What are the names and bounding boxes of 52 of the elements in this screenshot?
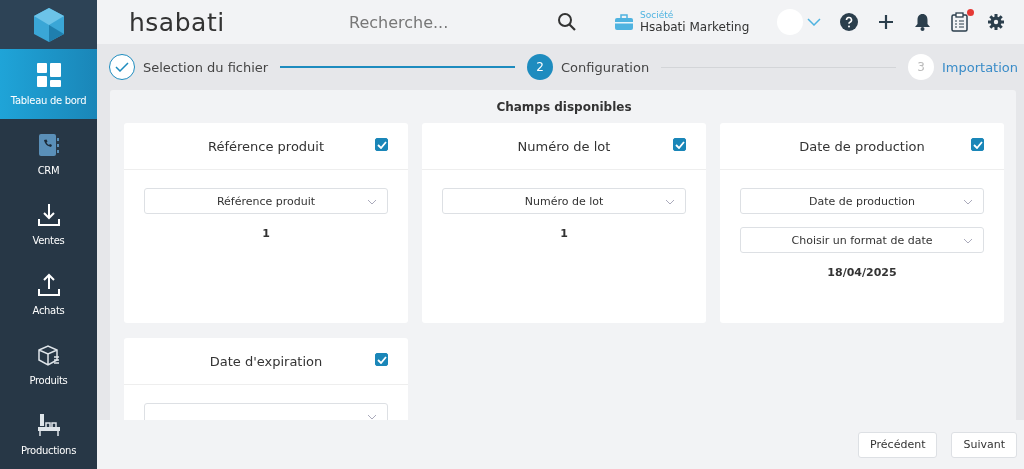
panel-title: Champs disponibles xyxy=(495,100,633,114)
chevron-down-icon[interactable] xyxy=(367,199,377,205)
sidebar-item[interactable]: Productions xyxy=(0,399,97,469)
dropdown[interactable]: Choisir un format de date xyxy=(740,227,984,253)
preview-value: 1 xyxy=(261,227,271,240)
card-title: Date d'expiration xyxy=(209,353,323,369)
brand-logo[interactable]: hsabati xyxy=(129,7,347,37)
logo-icon xyxy=(31,6,66,43)
sidebar-item[interactable]: Produits xyxy=(0,329,97,399)
briefcase-icon xyxy=(615,14,633,30)
chevron-down-icon[interactable] xyxy=(367,414,377,420)
check-icon xyxy=(115,62,129,72)
checkbox[interactable] xyxy=(375,353,388,366)
sidebar-item[interactable]: Ventes xyxy=(0,189,97,259)
clipboard-icon[interactable] xyxy=(951,12,968,32)
previous-button[interactable]: Précédent xyxy=(858,431,938,458)
step-circle: 3 xyxy=(908,54,934,80)
help-icon[interactable] xyxy=(840,13,858,31)
download-icon xyxy=(36,202,61,227)
chevron-down-icon[interactable] xyxy=(807,18,821,26)
chevron-down-icon[interactable] xyxy=(665,199,675,205)
sidebar-item[interactable]: Achats xyxy=(0,259,97,329)
dropdown[interactable]: Référence produit xyxy=(144,188,388,214)
settings-icon[interactable] xyxy=(988,14,1004,30)
step-circle: 2 xyxy=(527,54,553,80)
plus-icon[interactable] xyxy=(878,14,894,30)
company-caption: Société xyxy=(640,10,675,20)
preview-value: 18/04/2025 xyxy=(826,266,898,279)
step-label[interactable]: Configuration xyxy=(561,59,650,75)
card-title: Numéro de lot xyxy=(517,138,611,154)
bell-icon[interactable] xyxy=(914,13,931,31)
chevron-down-icon[interactable] xyxy=(963,199,973,205)
search-field[interactable]: Recherche... xyxy=(347,11,527,33)
sidebar-item[interactable]: CRM xyxy=(0,119,97,189)
dropdown[interactable]: Date de production xyxy=(740,188,984,214)
search-icon[interactable] xyxy=(557,12,577,32)
next-button[interactable]: Suivant xyxy=(951,431,1017,458)
factory-icon xyxy=(36,412,61,437)
step-label[interactable]: Selection du fichier xyxy=(143,59,269,75)
card-title: Référence produit xyxy=(207,138,325,154)
upload-icon xyxy=(36,272,61,297)
phone-book-icon xyxy=(37,132,60,157)
checkbox[interactable] xyxy=(971,138,984,151)
company-name[interactable]: Hsabati Marketing xyxy=(640,20,750,34)
dashboard-icon xyxy=(36,62,61,87)
checkbox[interactable] xyxy=(375,138,388,151)
preview-value: 1 xyxy=(559,227,569,240)
checkbox[interactable] xyxy=(673,138,686,151)
box-icon xyxy=(36,342,61,367)
dropdown[interactable]: Numéro de lot xyxy=(442,188,686,214)
chevron-down-icon[interactable] xyxy=(963,238,973,244)
card-title: Date de production xyxy=(799,138,925,154)
